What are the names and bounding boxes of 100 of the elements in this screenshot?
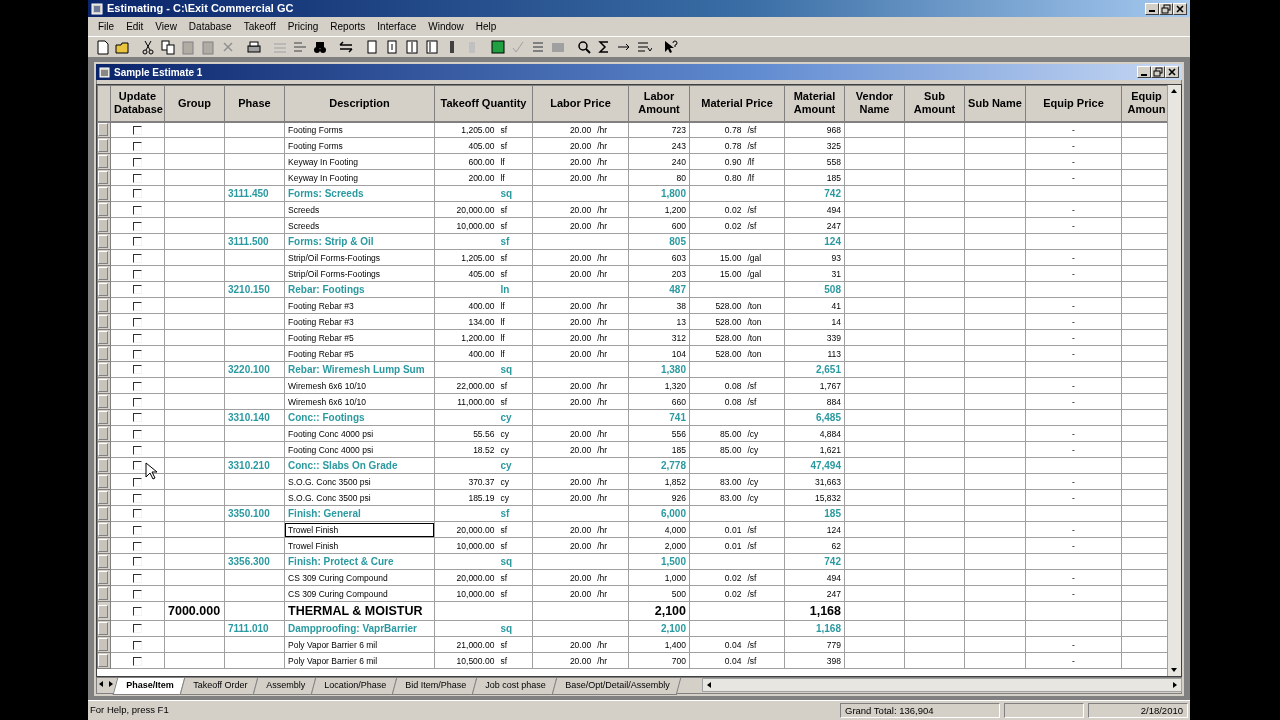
row-selector[interactable] [98,491,108,504]
copy-button[interactable] [158,37,178,57]
column-header[interactable]: Sub Amount [904,85,965,122]
sheet-tab[interactable]: Base/Opt/Detail/Assembly [551,678,681,695]
checkbox[interactable] [133,126,142,135]
checkbox[interactable] [133,413,142,423]
row-selector[interactable] [98,363,108,376]
checkbox[interactable] [133,301,142,311]
row-selector[interactable] [98,379,108,392]
checkbox[interactable] [133,349,142,359]
column-header[interactable]: Equip Price [1025,85,1122,122]
checkbox[interactable] [133,541,142,551]
row-selector[interactable] [98,622,108,635]
column-header[interactable]: Group [164,85,225,122]
checkbox[interactable] [133,269,142,279]
row-selector[interactable] [98,251,108,264]
column-header[interactable]: Vendor Name [844,85,905,122]
menu-item[interactable]: Takeoff [237,18,282,35]
sheet-tab[interactable]: Bid Item/Phase [391,678,478,695]
column-header[interactable]: Phase [224,85,285,122]
checkbox[interactable] [133,640,142,650]
checkbox[interactable] [133,493,142,503]
menu-item[interactable]: Edit [120,18,150,35]
menu-item[interactable]: Database [182,18,238,35]
minimize-button[interactable] [1137,66,1151,78]
row-selector[interactable] [98,203,108,216]
checkbox[interactable] [133,173,142,183]
sheet-button[interactable] [488,37,508,57]
sheet-tab[interactable]: Job cost phase [471,678,557,695]
checkbox[interactable] [133,656,142,666]
row-selector[interactable] [98,235,108,248]
column-header[interactable]: Description [284,85,435,122]
checkbox[interactable] [133,141,142,151]
row-selector[interactable] [98,411,108,424]
checkbox[interactable] [133,157,142,167]
checkbox[interactable] [133,589,142,599]
checkbox[interactable] [133,333,142,343]
row-selector[interactable] [98,299,108,312]
sheet-tab[interactable]: Takeoff Order [179,678,259,695]
row-selector[interactable] [98,347,108,360]
row-selector[interactable] [98,555,108,568]
checkbox[interactable] [133,624,142,634]
row-selector[interactable] [98,654,108,667]
row-selector[interactable] [98,315,108,328]
column-header[interactable]: Sub Name [964,85,1026,122]
row-selector[interactable] [98,187,108,200]
row-selector[interactable] [98,459,108,472]
column-header[interactable]: Material Price [689,85,785,122]
row-selector[interactable] [98,331,108,344]
vertical-scrollbar[interactable] [1167,85,1181,676]
checkbox[interactable] [133,509,142,519]
menu-item[interactable]: Window [422,18,470,35]
row-selector[interactable] [98,139,108,152]
restore-button[interactable] [1159,2,1173,15]
row-selector[interactable] [98,427,108,440]
sheet-tab[interactable]: Phase/Item [112,678,185,695]
menu-item[interactable]: View [149,18,183,35]
column-header[interactable]: Equip Amoun [1121,85,1168,122]
checkbox[interactable] [133,477,142,487]
checkbox[interactable] [133,461,142,471]
checkbox[interactable] [133,557,142,567]
close-button[interactable] [1165,66,1179,78]
checkbox[interactable] [133,445,142,455]
checkbox[interactable] [133,365,142,375]
checkbox[interactable] [133,429,142,439]
row-selector[interactable] [98,395,108,408]
menu-item[interactable]: Help [469,18,503,35]
row-selector[interactable] [98,123,108,137]
row-selector[interactable] [98,443,108,456]
row-selector[interactable] [98,587,108,600]
row-selector[interactable] [98,507,108,520]
checkbox[interactable] [133,317,142,327]
close-button[interactable] [1173,2,1187,15]
horizontal-scrollbar[interactable] [702,678,1182,692]
restore-button[interactable] [1151,66,1165,78]
sheet-tab[interactable]: Location/Phase [310,678,398,695]
checkbox[interactable] [133,381,142,391]
column-header[interactable]: Labor Price [532,85,629,122]
menu-item[interactable]: Reports [324,18,372,35]
row-selector[interactable] [98,219,108,232]
column-header[interactable]: Labor Amount [628,85,690,122]
row-selector[interactable] [98,638,108,651]
menu-item[interactable]: Interface [371,18,423,35]
menu-item[interactable]: File [92,18,121,35]
checkbox[interactable] [133,221,142,231]
column-header[interactable]: Update Database [110,85,165,122]
checkbox[interactable] [133,237,142,247]
checkbox[interactable] [133,525,142,535]
minimize-button[interactable] [1145,2,1159,15]
row-selector[interactable] [98,475,108,488]
checkbox[interactable] [133,285,142,295]
row-selector[interactable] [98,267,108,280]
row-selector[interactable] [98,523,108,536]
checkbox[interactable] [133,189,142,199]
checkbox[interactable] [133,607,142,617]
row-selector[interactable] [98,539,108,552]
checkbox[interactable] [133,205,142,215]
row-selector[interactable] [98,604,108,618]
checkbox[interactable] [133,573,142,583]
row-selector[interactable] [98,571,108,584]
